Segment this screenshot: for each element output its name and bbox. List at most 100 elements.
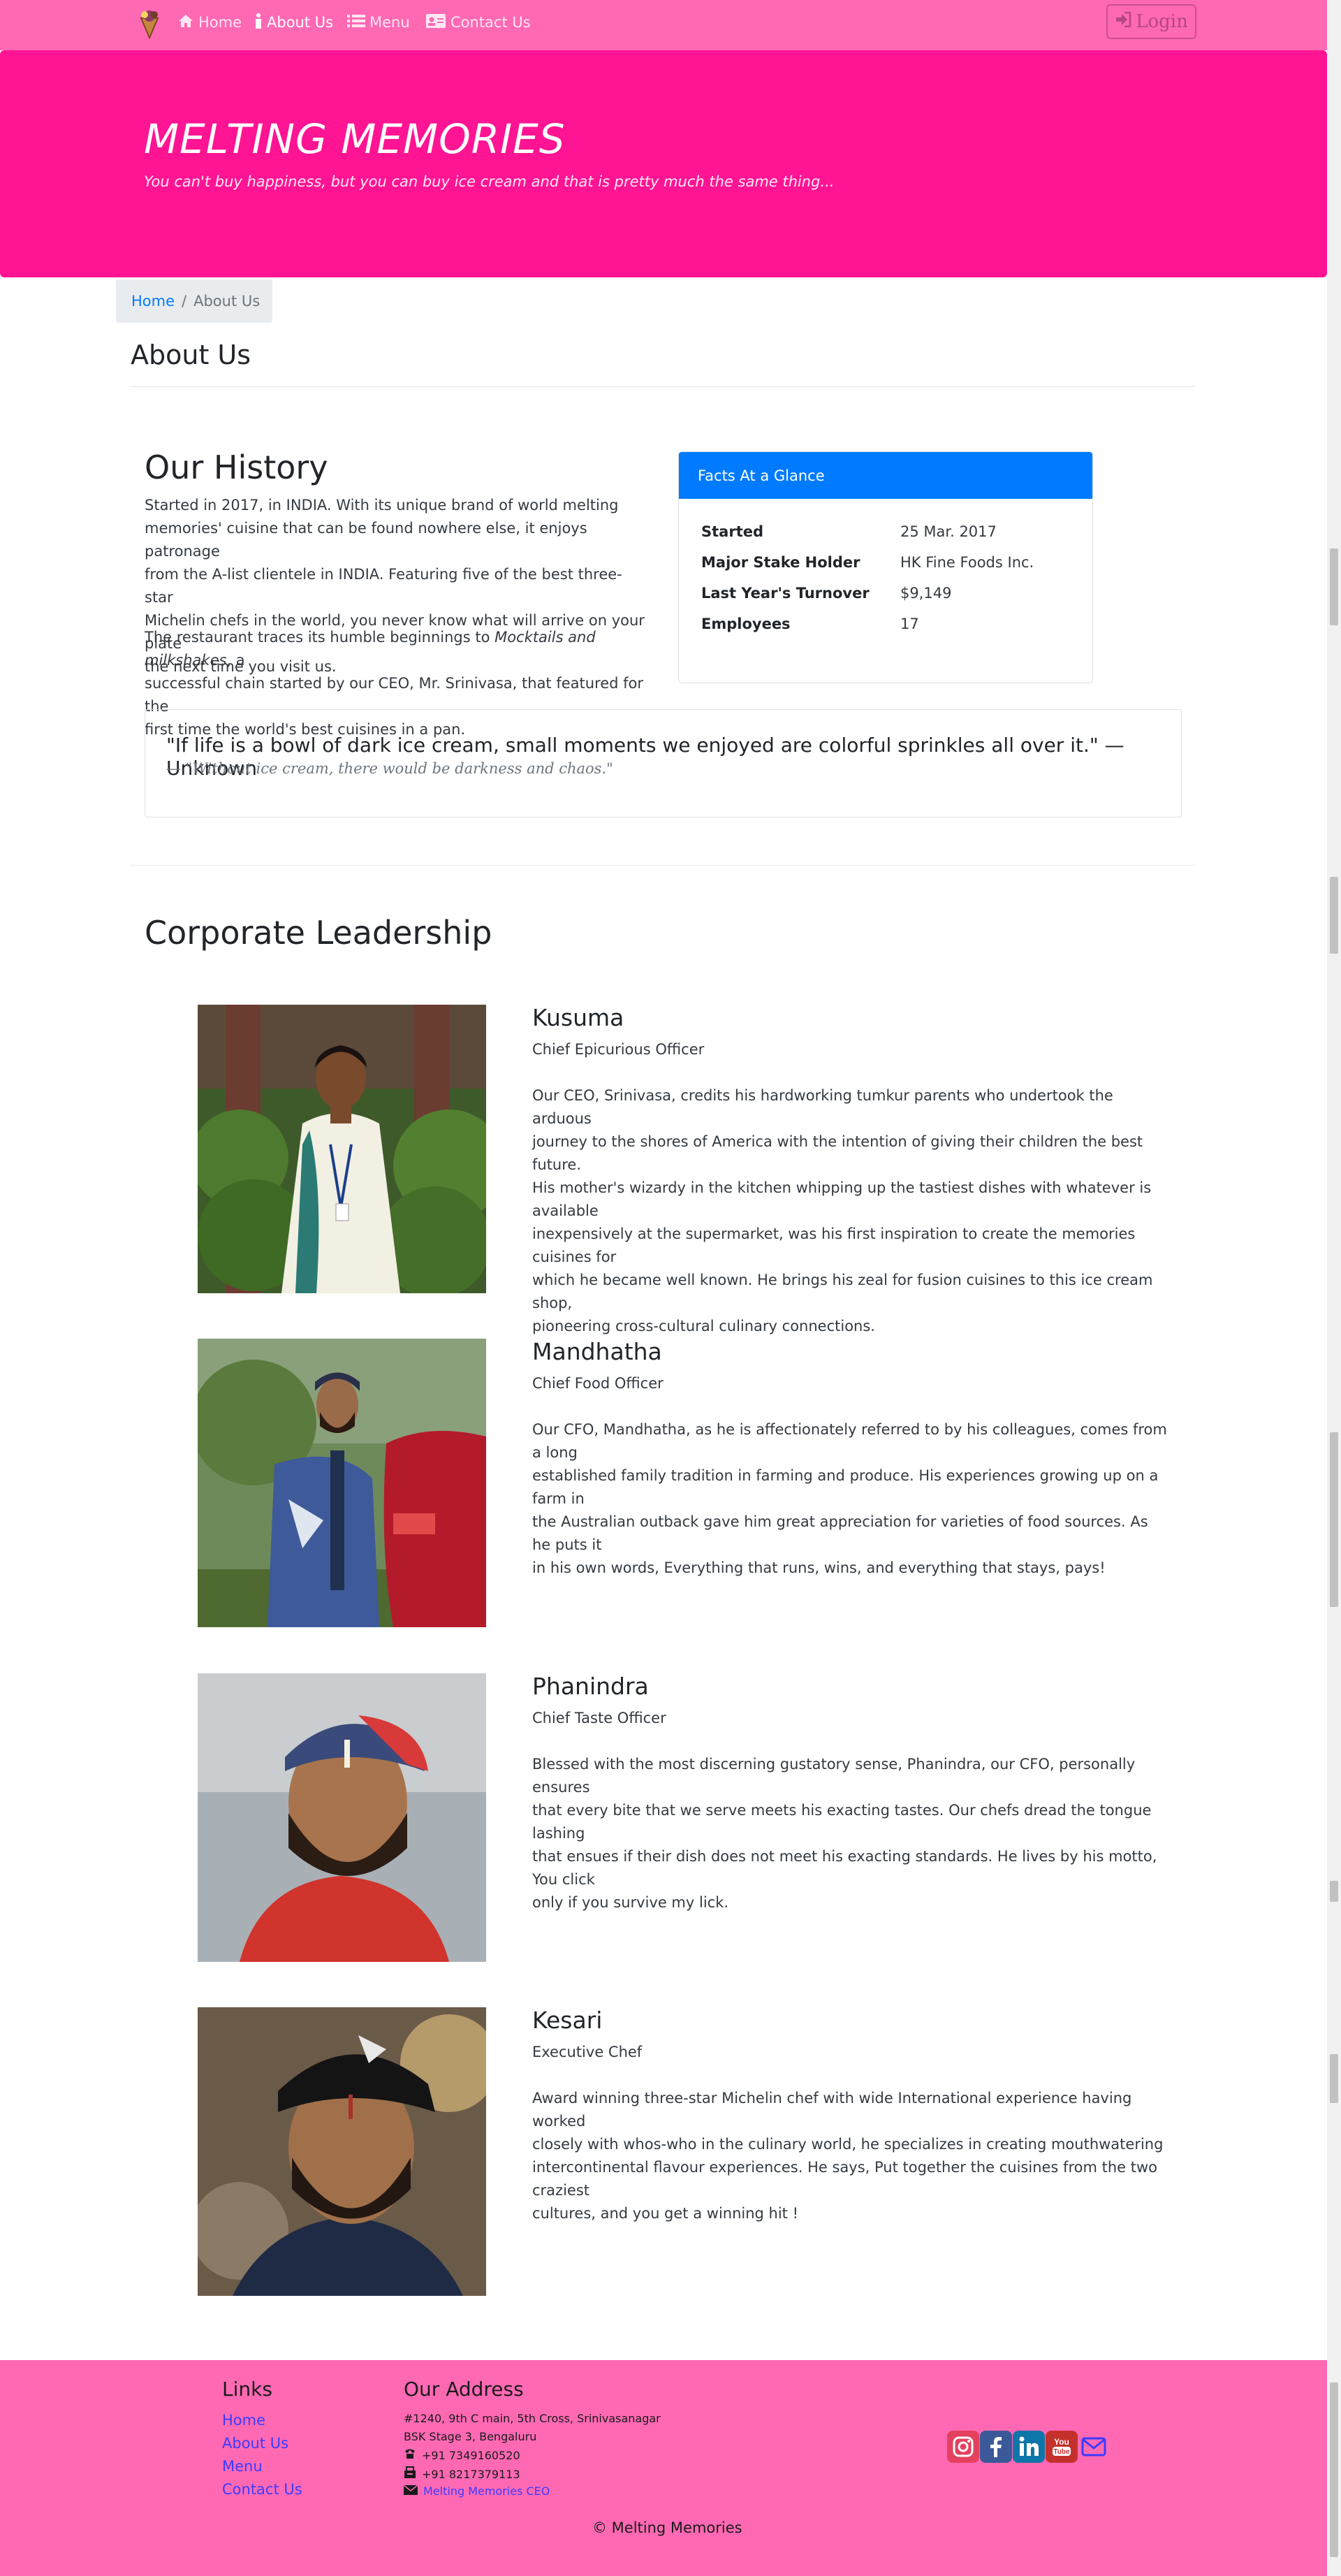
scrollbar-mark xyxy=(1330,1432,1338,1607)
divider xyxy=(131,865,1195,866)
bio-line: inexpensively at the supermarket, was hi… xyxy=(532,1225,1136,1265)
nav-contact[interactable]: Contact Us xyxy=(425,13,531,32)
fact-label: Last Year's Turnover xyxy=(701,585,870,602)
login-button[interactable]: Login xyxy=(1106,4,1196,39)
footer-address-heading: Our Address xyxy=(404,2378,524,2401)
history-text: , a xyxy=(226,652,245,669)
breadcrumb-home[interactable]: Home xyxy=(131,293,175,310)
address-line: #1240, 9th C main, 5th Cross, Srinivasan… xyxy=(404,2412,661,2425)
facts-card: Facts At a Glance Started 25 Mar. 2017 M… xyxy=(678,451,1093,683)
scroll-up-arrow[interactable] xyxy=(1327,0,1341,14)
info-icon xyxy=(254,13,263,33)
leader-name: Kesari xyxy=(532,2007,603,2034)
leader-photo xyxy=(198,1339,486,1627)
email-row: Melting Memories CEO xyxy=(403,2484,550,2498)
email-link[interactable]: Melting Memories CEO xyxy=(423,2484,550,2498)
bio-line: journey to the shores of America with th… xyxy=(532,1133,1143,1173)
fact-row: Major Stake Holder HK Fine Foods Inc. xyxy=(701,554,1078,575)
fact-label: Started xyxy=(701,523,764,540)
leader-name: Kusuma xyxy=(532,1004,624,1031)
bio-line: that ensues if their dish does not meet … xyxy=(532,1848,1157,1888)
facts-card-header: Facts At a Glance xyxy=(679,452,1092,499)
brand-logo[interactable] xyxy=(137,8,162,40)
linkedin-icon[interactable] xyxy=(1013,2431,1045,2463)
fact-row: Last Year's Turnover $9,149 xyxy=(701,585,1078,606)
history-line: The restaurant traces its humble beginni… xyxy=(145,626,647,672)
quote-source: — "Without ice cream, there would be dar… xyxy=(166,760,613,777)
nav-menu-label: Menu xyxy=(369,14,410,31)
blockquote: "If life is a bowl of dark ice cream, sm… xyxy=(145,709,1182,817)
leader-name: Mandhatha xyxy=(532,1338,662,1365)
leader-role: Chief Epicurious Officer xyxy=(532,1041,705,1058)
youtube-icon[interactable]: You Tube xyxy=(1046,2431,1078,2463)
footer xyxy=(0,2360,1327,2576)
bio-line: cultures, and you get a winning hit ! xyxy=(532,2205,799,2222)
mail-icon[interactable] xyxy=(1078,2431,1110,2463)
phone-icon xyxy=(404,2448,416,2462)
history-text: The restaurant traces its humble beginni… xyxy=(145,629,495,646)
divider xyxy=(131,386,1195,387)
jumbotron-subtitle: You can't buy happiness, but you can buy… xyxy=(144,173,835,190)
bio-line: Our CEO, Srinivasa, credits his hardwork… xyxy=(532,1087,1113,1127)
svg-text:You: You xyxy=(1054,2437,1069,2447)
leader-photo xyxy=(198,1005,486,1293)
footer-link-about[interactable]: About Us xyxy=(222,2435,288,2452)
scrollbar[interactable] xyxy=(1327,0,1341,2576)
page-title: About Us xyxy=(131,340,251,370)
bio-line: established family tradition in farming … xyxy=(532,1467,1159,1507)
phone-number: +91 7349160520 xyxy=(422,2448,520,2462)
envelope-icon xyxy=(403,2484,418,2498)
svg-text:Tube: Tube xyxy=(1053,2448,1070,2456)
footer-link-menu[interactable]: Menu xyxy=(222,2458,263,2475)
page: Home About Us Menu Contact Us Login MELT… xyxy=(0,0,1327,2576)
history-line: from the A-list clientele in INDIA. Feat… xyxy=(145,566,622,606)
leader-photo xyxy=(198,1673,486,1962)
address-card-icon xyxy=(425,13,446,32)
fact-value: 17 xyxy=(900,616,919,632)
scrollbar-thumb[interactable] xyxy=(1330,2382,1338,2557)
instagram-icon[interactable] xyxy=(947,2431,979,2463)
fax-icon xyxy=(404,2466,416,2482)
nav-about[interactable]: About Us xyxy=(254,13,333,32)
footer-link-contact[interactable]: Contact Us xyxy=(222,2481,302,2498)
fax-row: +91 8217379113 xyxy=(404,2466,520,2482)
fax-number: +91 8217379113 xyxy=(422,2467,520,2481)
breadcrumb-current: About Us xyxy=(193,293,261,310)
history-heading: Our History xyxy=(145,449,328,486)
nav-menu[interactable]: Menu xyxy=(347,13,410,32)
leader-bio: Award winning three-star Michelin chef w… xyxy=(532,2087,1168,2225)
list-icon xyxy=(347,14,365,31)
facebook-icon[interactable] xyxy=(980,2431,1012,2463)
leader-role: Executive Chef xyxy=(532,2044,643,2060)
bio-line: Our CFO, Mandhatha, as he is affectionat… xyxy=(532,1421,1167,1461)
bio-line: that every bite that we serve meets his … xyxy=(532,1802,1152,1842)
jumbotron-title: MELTING MEMORIES xyxy=(144,115,566,163)
bio-line: the Australian outback gave him great ap… xyxy=(532,1513,1148,1553)
nav-home[interactable]: Home xyxy=(177,13,242,32)
leadership-heading: Corporate Leadership xyxy=(145,914,492,952)
leader-role: Chief Food Officer xyxy=(532,1375,664,1392)
breadcrumb: Home / About Us xyxy=(116,279,272,323)
history-line: memories' cuisine that can be found nowh… xyxy=(145,520,587,560)
address-line: BSK Stage 3, Bengaluru xyxy=(404,2430,537,2443)
fact-label: Major Stake Holder xyxy=(701,554,860,571)
footer-link-home[interactable]: Home xyxy=(222,2412,265,2429)
fact-row: Employees 17 xyxy=(701,616,1078,636)
scrollbar-mark xyxy=(1330,1881,1338,1902)
copyright: © Melting Memories xyxy=(592,2519,742,2536)
phone-row: +91 7349160520 xyxy=(404,2448,520,2462)
nav-contact-label: Contact Us xyxy=(450,14,531,31)
fact-value: 25 Mar. 2017 xyxy=(900,523,997,540)
scrollbar-mark xyxy=(1330,877,1338,954)
bio-line: closely with whos-who in the culinary wo… xyxy=(532,2136,1164,2153)
nav-home-label: Home xyxy=(198,14,242,31)
bio-line: only if you survive my lick. xyxy=(532,1894,729,1911)
bio-line: pioneering cross-cultural culinary conne… xyxy=(532,1318,875,1334)
login-label: Login xyxy=(1136,11,1188,32)
fact-row: Started 25 Mar. 2017 xyxy=(701,523,1078,544)
leader-bio: Blessed with the most discerning gustato… xyxy=(532,1753,1168,1914)
leader-photo xyxy=(198,2007,486,2296)
footer-links-heading: Links xyxy=(222,2378,272,2401)
leader-bio: Our CEO, Srinivasa, credits his hardwork… xyxy=(532,1084,1168,1338)
scroll-down-arrow[interactable] xyxy=(1327,2562,1341,2576)
